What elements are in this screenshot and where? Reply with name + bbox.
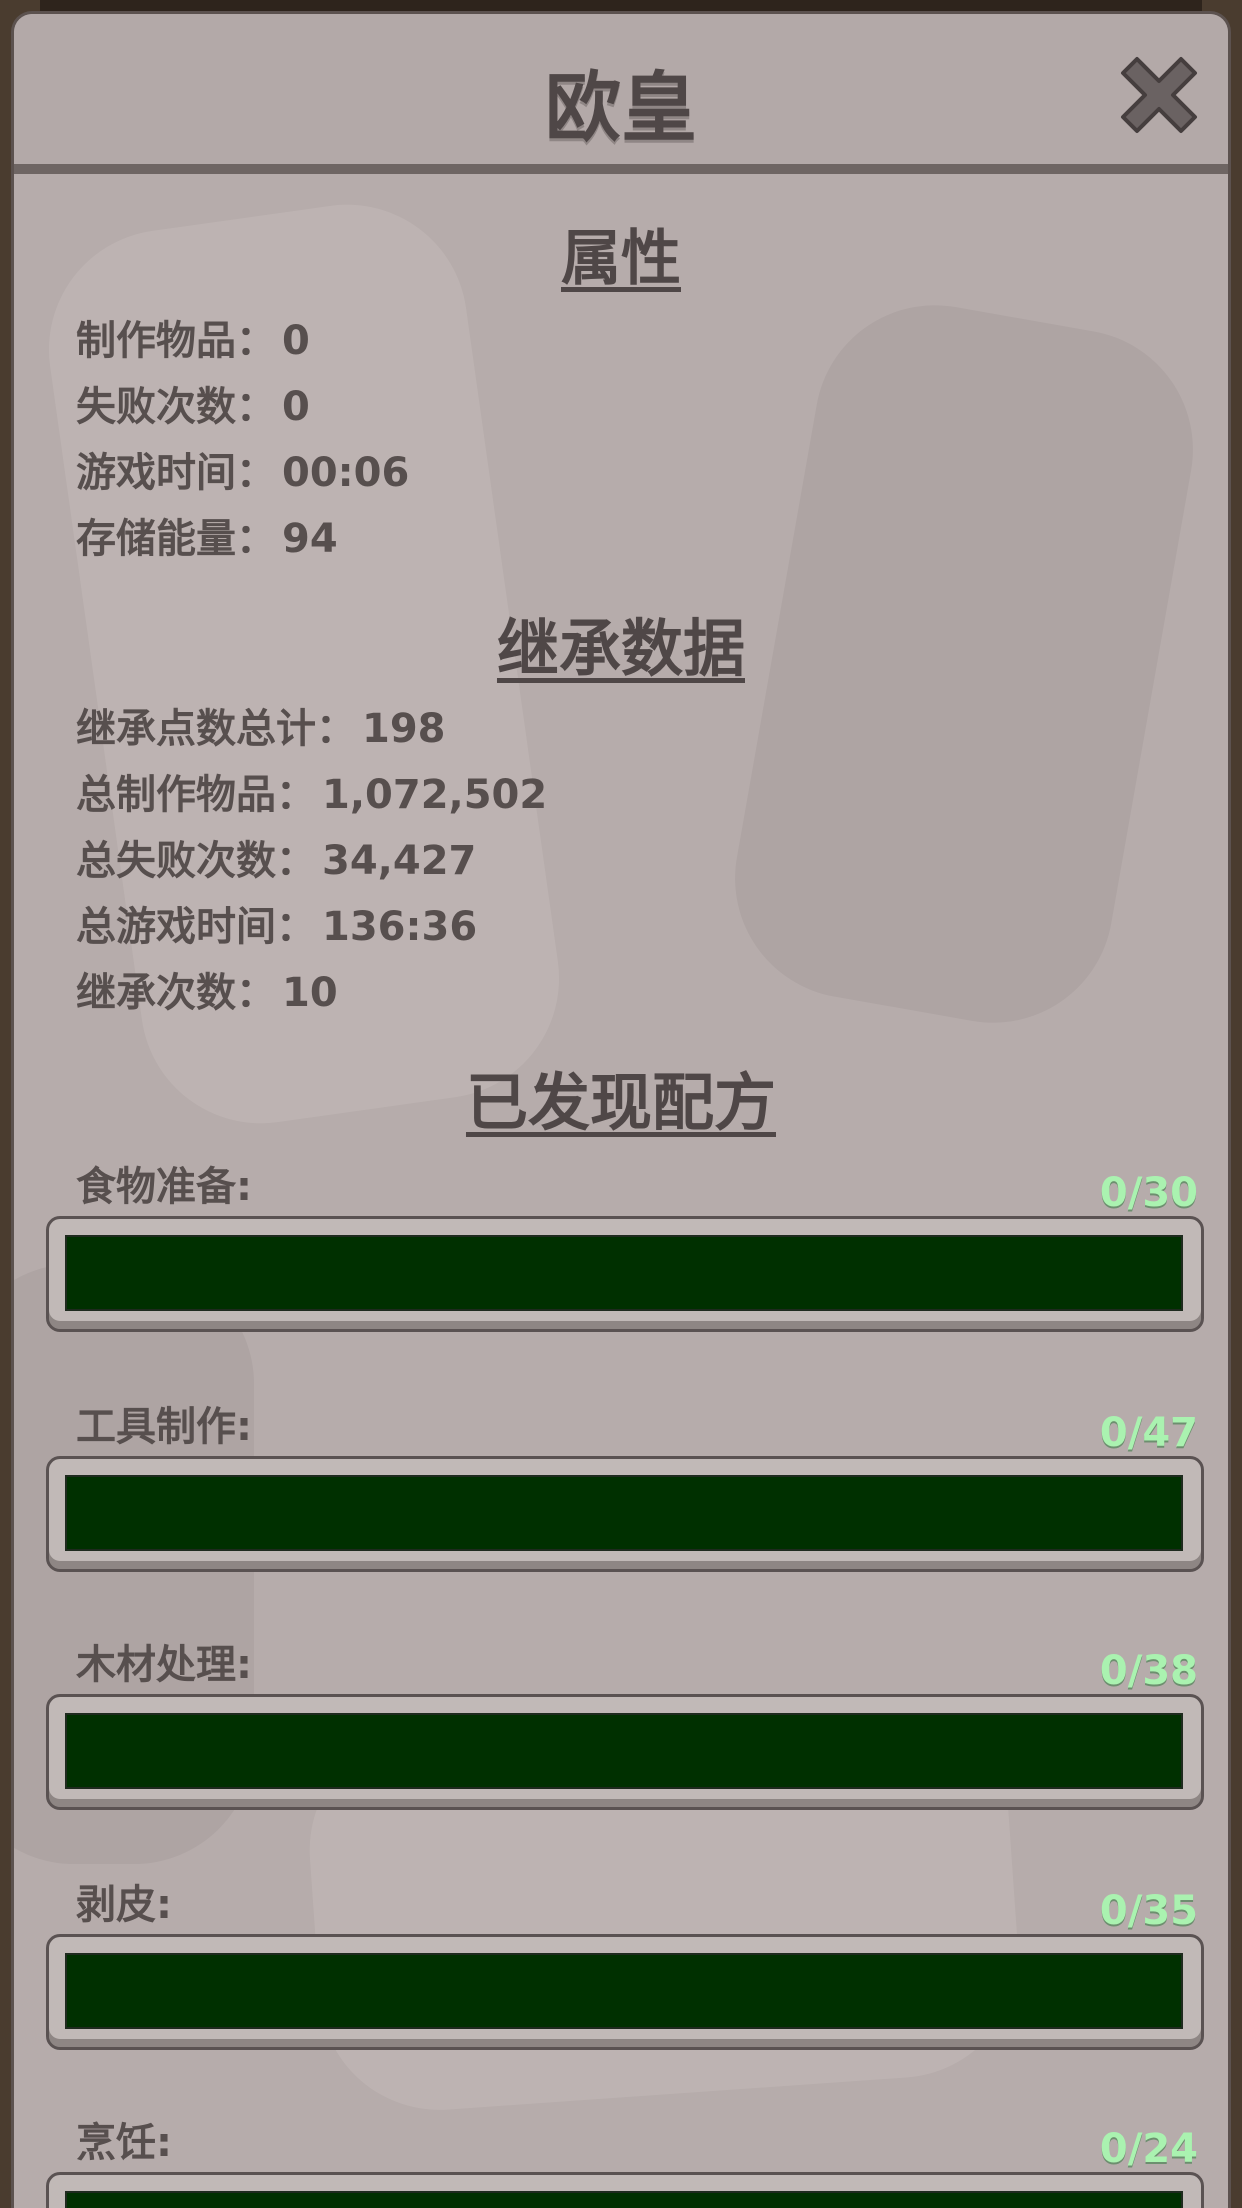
- stat-label: 总制作物品：: [76, 772, 316, 818]
- progress-track: [65, 1713, 1183, 1789]
- stat-label: 存储能量：: [76, 516, 276, 562]
- stat-label: 游戏时间：: [76, 450, 276, 496]
- progress-track: [65, 1475, 1183, 1551]
- progress-bar: [46, 1934, 1204, 2050]
- stat-value: 10: [282, 970, 338, 1016]
- close-x-icon: [1121, 57, 1197, 133]
- stat-stored-energy: 存储能量： 94: [76, 506, 338, 564]
- stat-value: 0: [282, 384, 310, 430]
- stat-value: 198: [362, 706, 446, 752]
- close-button[interactable]: [1104, 40, 1214, 150]
- stat-value: 34,427: [322, 838, 477, 884]
- stat-label: 制作物品：: [76, 318, 276, 364]
- stat-total-play-time: 总游戏时间： 136:36: [76, 894, 477, 952]
- progress-bar: [46, 2172, 1204, 2208]
- stat-value: 0: [282, 318, 310, 364]
- progress-track: [65, 1953, 1183, 2029]
- stat-total-crafted: 总制作物品： 1,072,502: [76, 762, 547, 820]
- stat-total-failures: 总失败次数： 34,427: [76, 828, 476, 886]
- stat-failures: 失败次数： 0: [76, 374, 310, 432]
- category-count: 0/38: [1099, 1648, 1198, 1694]
- progress-bar: [46, 1456, 1204, 1572]
- stat-label: 总失败次数：: [76, 838, 316, 884]
- progress-track: [65, 1235, 1183, 1311]
- progress-bar: [46, 1694, 1204, 1810]
- category-count: 0/30: [1099, 1170, 1198, 1216]
- stats-dialog: 欧皇 属性 制作物品： 0 失败次数： 0 游戏时间： 00:06 存储能量： 94 继…: [14, 14, 1228, 2208]
- progress-bar: [46, 1216, 1204, 1332]
- dialog-header: 欧皇: [14, 14, 1228, 174]
- attributes-heading: 属性: [561, 224, 681, 294]
- legacy-heading: 继承数据: [496, 612, 745, 685]
- stat-play-time: 游戏时间： 00:06: [76, 440, 409, 498]
- stat-label: 继承点数总计：: [76, 706, 356, 752]
- category-label: 烹饪:: [76, 2120, 172, 2166]
- category-count: 0/35: [1099, 1888, 1198, 1934]
- category-label: 木材处理:: [76, 1642, 252, 1688]
- stat-value: 1,072,502: [322, 772, 548, 818]
- category-label: 工具制作:: [76, 1404, 252, 1450]
- stat-value: 94: [282, 516, 338, 562]
- category-count: 0/47: [1099, 1410, 1198, 1456]
- progress-track: [65, 2191, 1183, 2208]
- stat-label: 失败次数：: [76, 384, 276, 430]
- stat-legacy-points: 继承点数总计： 198: [76, 696, 446, 754]
- dialog-title: 欧皇: [545, 63, 697, 152]
- stat-crafted-items: 制作物品： 0: [76, 308, 310, 366]
- recipes-heading: 已发现配方: [465, 1066, 776, 1139]
- stat-label: 继承次数：: [76, 970, 276, 1016]
- stat-legacy-count: 继承次数： 10: [76, 960, 338, 1018]
- stat-value: 00:06: [282, 450, 410, 496]
- category-count: 0/24: [1099, 2126, 1198, 2172]
- category-label: 剥皮:: [76, 1882, 172, 1928]
- category-label: 食物准备:: [76, 1164, 252, 1210]
- stat-label: 总游戏时间：: [76, 904, 316, 950]
- stat-value: 136:36: [322, 904, 478, 950]
